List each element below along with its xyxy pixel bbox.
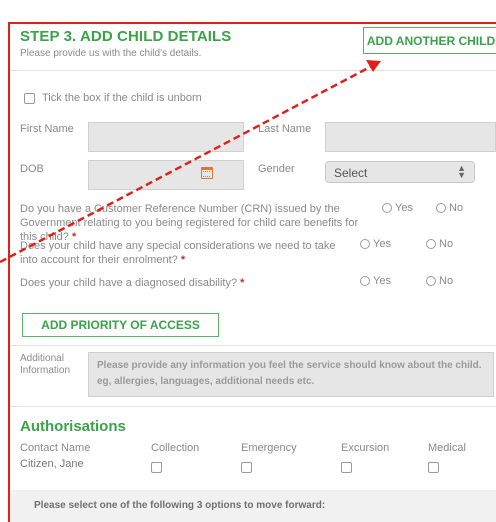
annotation-overlay <box>0 60 381 264</box>
annotation-dashed-line <box>0 64 373 264</box>
annotation-arrowhead-icon <box>366 60 381 72</box>
